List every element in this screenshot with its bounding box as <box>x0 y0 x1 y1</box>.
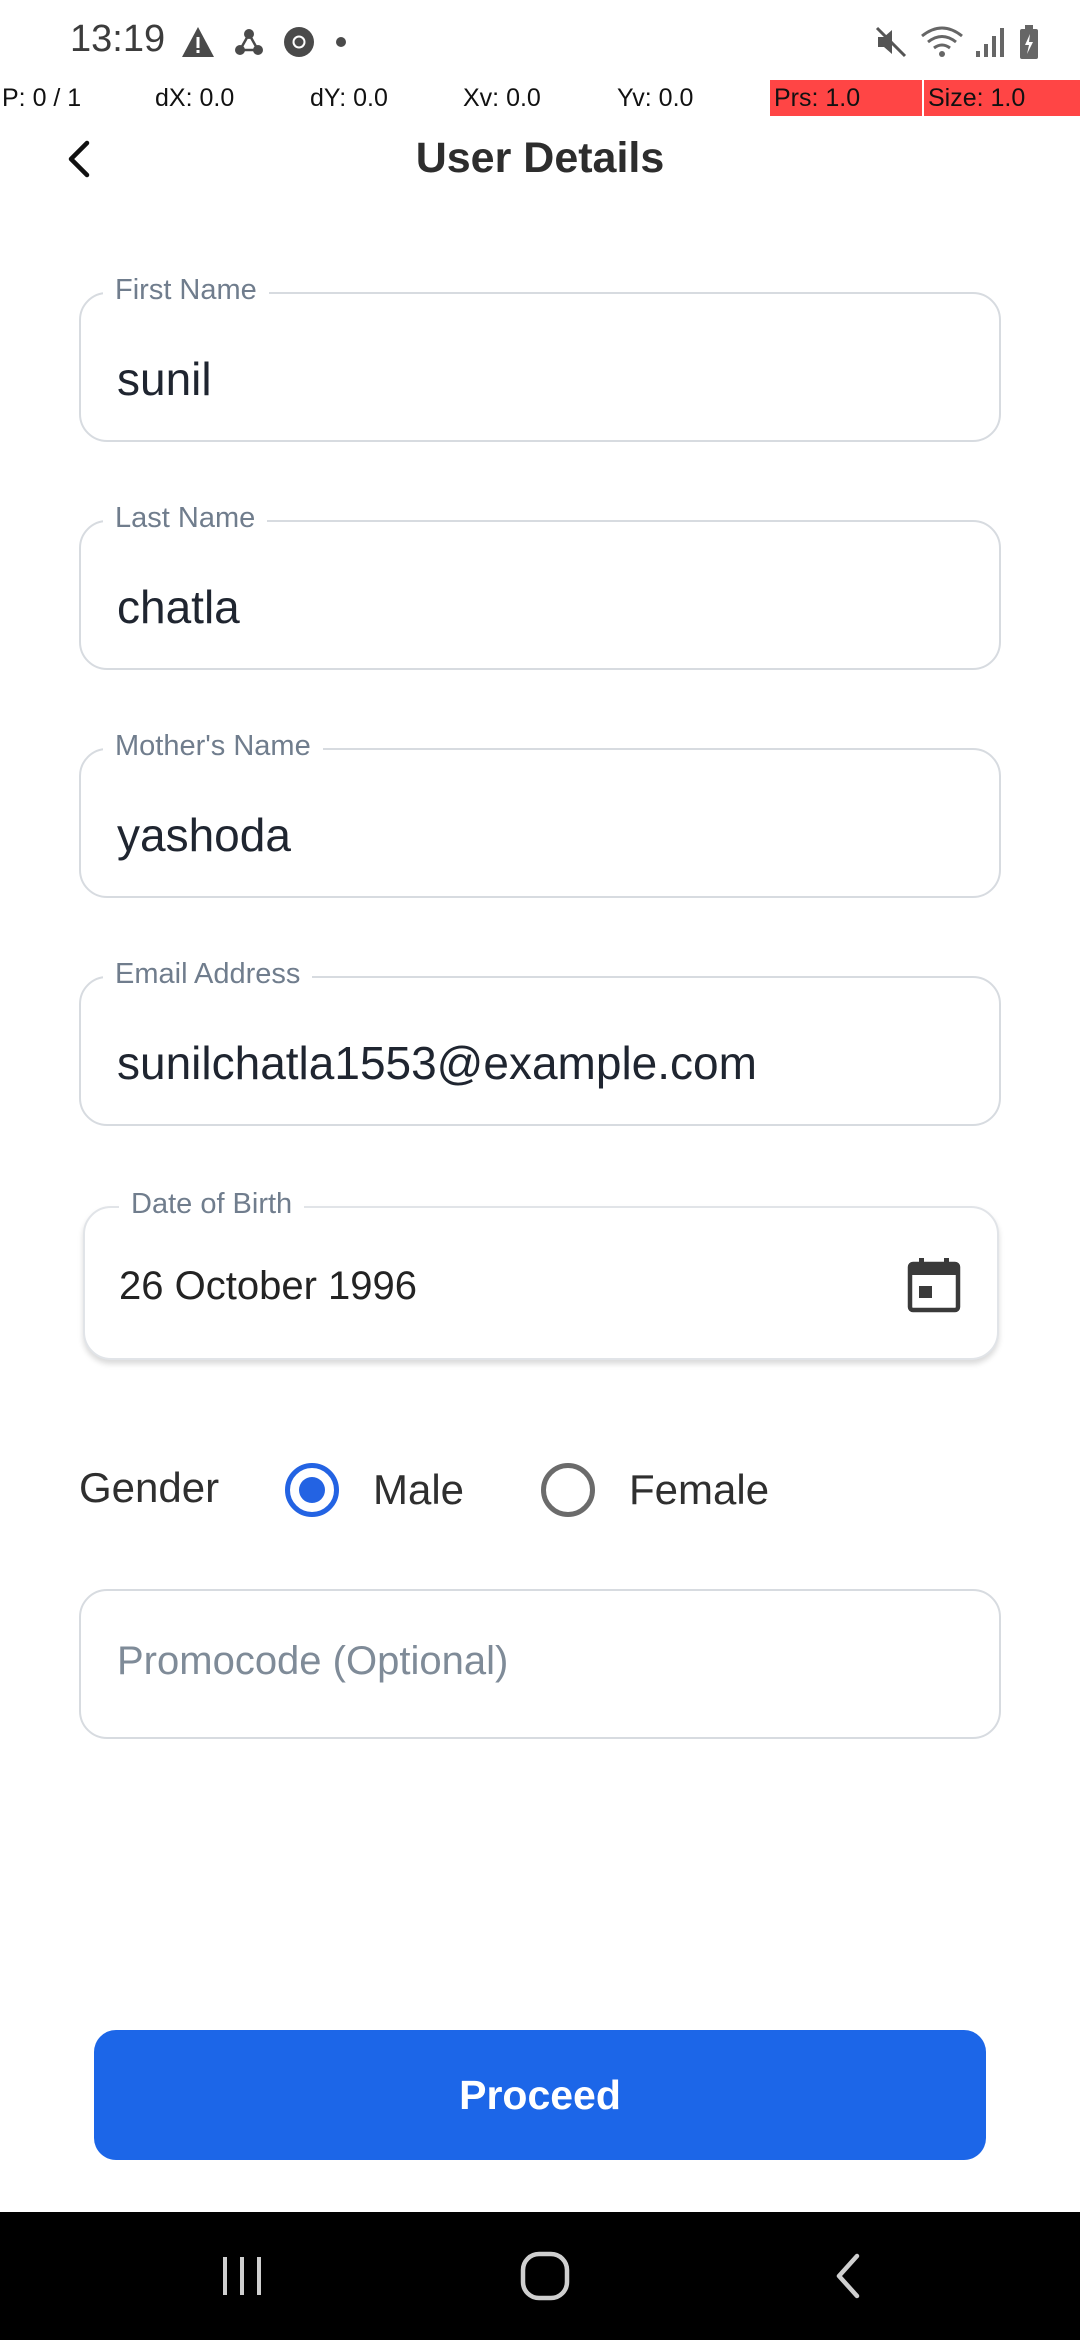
mothers-name-field[interactable]: Mother's Name yashoda <box>79 730 1001 898</box>
debug-dx: dX: 0.0 <box>155 84 235 112</box>
first-name-label: First Name <box>103 274 269 307</box>
gender-selector: Gender Male Female <box>79 1450 1001 1530</box>
signal-icon <box>974 25 1008 59</box>
calendar-button[interactable] <box>901 1252 967 1318</box>
promocode-input[interactable]: Promocode (Optional) <box>79 1589 1001 1739</box>
email-label: Email Address <box>103 958 313 991</box>
dot-icon <box>334 35 348 49</box>
share-nodes-icon <box>234 27 264 57</box>
first-name-field[interactable]: First Name sunil <box>79 274 1001 442</box>
gender-label: Gender <box>79 1464 220 1511</box>
home-button[interactable] <box>485 2236 605 2316</box>
battery-icon <box>1018 24 1040 60</box>
mothers-name-label: Mother's Name <box>103 730 323 763</box>
mothers-name-value: yashoda <box>117 809 291 861</box>
gender-option-female[interactable]: Female <box>541 1456 769 1524</box>
app-header: User Details <box>0 120 1080 200</box>
wifi-icon <box>920 24 964 60</box>
date-of-birth-label: Date of Birth <box>119 1188 305 1221</box>
chrome-icon <box>282 25 316 59</box>
page-title: User Details <box>415 134 665 182</box>
status-left-icons <box>180 22 348 62</box>
gender-option-female-label: Female <box>629 1466 770 1513</box>
system-nav-bar <box>0 2212 1080 2340</box>
mute-icon <box>872 23 910 61</box>
debug-size: Size: 1.0 <box>924 80 1080 116</box>
email-field[interactable]: Email Address sunilchatla1553@example.co… <box>79 958 1001 1126</box>
email-value: sunilchatla1553@example.com <box>117 1037 757 1089</box>
last-name-label: Last Name <box>103 502 268 535</box>
recent-apps-button[interactable] <box>182 2236 302 2316</box>
radio-selected-icon[interactable] <box>285 1463 339 1517</box>
promocode-placeholder: Promocode (Optional) <box>117 1639 509 1683</box>
radio-unselected-icon[interactable] <box>541 1463 595 1517</box>
status-right-icons <box>872 20 1040 64</box>
last-name-value: chatla <box>117 581 240 633</box>
gender-option-male[interactable]: Male <box>285 1456 464 1524</box>
debug-prs: Prs: 1.0 <box>770 80 922 116</box>
last-name-field[interactable]: Last Name chatla <box>79 502 1001 670</box>
debug-yv: Yv: 0.0 <box>617 84 694 112</box>
first-name-value: sunil <box>117 353 212 405</box>
debug-pointer: P: 0 / 1 <box>2 84 82 112</box>
status-bar: 13:19 <box>0 0 1080 80</box>
nav-back-button[interactable] <box>787 2236 907 2316</box>
pointer-debug-overlay: P: 0 / 1 dX: 0.0 dY: 0.0 Xv: 0.0 Yv: 0.0… <box>0 80 1080 116</box>
home-icon <box>520 2251 570 2301</box>
date-of-birth-value: 26 October 1996 <box>119 1264 417 1308</box>
status-time: 13:19 <box>70 18 166 60</box>
date-of-birth-field[interactable]: Date of Birth 26 October 1996 <box>83 1188 999 1360</box>
debug-xv: Xv: 0.0 <box>463 84 541 112</box>
warning-icon <box>180 25 216 59</box>
calendar-icon <box>907 1258 961 1313</box>
proceed-button[interactable]: Proceed <box>94 2030 986 2160</box>
back-icon <box>836 2253 860 2299</box>
recent-apps-icon <box>223 2257 261 2295</box>
debug-dy: dY: 0.0 <box>310 84 388 112</box>
gender-option-male-label: Male <box>373 1466 465 1513</box>
